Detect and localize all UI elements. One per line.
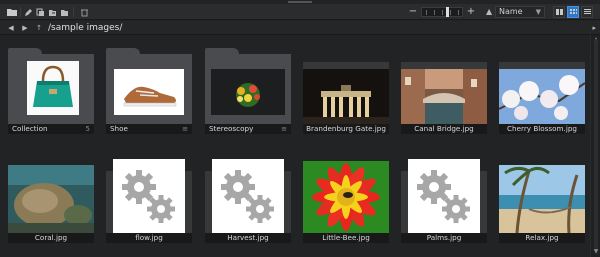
move-icon[interactable] (46, 6, 58, 18)
zoom-tick (426, 10, 427, 15)
zoom-in-button[interactable]: + (466, 6, 476, 18)
path-menu-arrow[interactable]: ▸ (592, 23, 596, 33)
edit-icon[interactable] (22, 6, 34, 18)
sort-field-value: Name (499, 7, 523, 16)
placeholder-gears-icon (113, 159, 185, 233)
zoom-tick (434, 10, 435, 15)
image-item[interactable]: Palms.jpg (401, 157, 487, 243)
image-item[interactable]: flow.jpg (106, 157, 192, 243)
new-folder-icon[interactable] (6, 6, 18, 18)
item-caption: Canal Bridge.jpg (401, 124, 487, 134)
image-item[interactable]: Little-Bee.jpg (303, 157, 389, 243)
stack-icon: ≡ (182, 125, 188, 133)
sort-field-select[interactable]: Name ▼ (495, 6, 545, 18)
little-bee-thumbnail (303, 161, 389, 233)
up-button[interactable]: ↑ (34, 23, 44, 33)
grid-small-icon (576, 9, 577, 11)
stereoscopy-thumbnail (211, 69, 285, 115)
image-item[interactable]: Coral.jpg (8, 157, 94, 243)
zoom-control: − + (408, 6, 476, 18)
coral-thumbnail (8, 165, 94, 233)
item-count-badge: 5 (85, 125, 90, 133)
list-icon (584, 9, 591, 10)
stack-icon: ≡ (281, 125, 287, 133)
image-item[interactable]: Harvest.jpg (205, 157, 291, 243)
view-list-button[interactable] (581, 6, 593, 18)
item-name: Stereoscopy (209, 124, 254, 133)
placeholder-gears-icon (212, 159, 284, 233)
grid-small-icon (573, 9, 575, 11)
zoom-slider[interactable] (421, 7, 463, 17)
view-grid-large-button[interactable] (553, 6, 565, 18)
toolbar: − + ▲ Name ▼ (0, 4, 600, 20)
list-icon (584, 13, 591, 14)
grid-small-icon (573, 12, 575, 14)
item-caption: Brandenburg Gate.jpg (303, 124, 389, 134)
item-caption: Coral.jpg (8, 233, 94, 243)
item-caption: Stereoscopy ≡ (205, 124, 291, 134)
scroll-down-icon[interactable]: ▼ (593, 249, 599, 255)
folder-item[interactable]: Shoe ≡ (106, 48, 192, 134)
sort-direction-button[interactable]: ▲ (486, 7, 492, 16)
thumbnail-grid: Collection 5 Shoe ≡ Stereoscopy ≡ Brande… (0, 35, 590, 257)
grid-large-icon (560, 9, 563, 15)
zoom-slider-thumb[interactable] (446, 7, 449, 17)
item-caption: Collection 5 (8, 124, 94, 134)
canal-bridge-thumbnail (401, 69, 487, 124)
delete-icon[interactable] (78, 6, 90, 18)
collection-icon[interactable] (58, 6, 70, 18)
grip-line (288, 1, 312, 3)
grid-small-icon (570, 12, 572, 14)
placeholder-gears-icon (408, 159, 480, 233)
item-caption: Harvest.jpg (205, 233, 291, 243)
image-item[interactable]: Cherry Blossom.jpg (499, 48, 585, 134)
item-caption: Little-Bee.jpg (303, 233, 389, 243)
grid-small-icon (576, 12, 577, 14)
copy-icon[interactable] (34, 6, 46, 18)
toolbar-separator (73, 7, 74, 17)
image-item[interactable]: Canal Bridge.jpg (401, 48, 487, 134)
list-icon (584, 11, 591, 12)
zoom-tick (458, 10, 459, 15)
image-item[interactable]: Relax.jpg (499, 157, 585, 243)
relax-thumbnail (499, 165, 585, 233)
view-grid-small-button[interactable] (567, 6, 579, 18)
zoom-tick (450, 10, 451, 15)
back-button[interactable]: ◀ (6, 23, 16, 33)
forward-button[interactable]: ▶ (20, 23, 30, 33)
folder-item[interactable]: Collection 5 (8, 48, 94, 134)
cherry-blossom-thumbnail (499, 69, 585, 124)
item-name: Collection (12, 124, 48, 133)
item-caption: Cherry Blossom.jpg (499, 124, 585, 134)
item-caption: flow.jpg (106, 233, 192, 243)
item-caption: Relax.jpg (499, 233, 585, 243)
folder-item[interactable]: Stereoscopy ≡ (205, 48, 291, 134)
scrollbar-thumb[interactable] (594, 39, 598, 249)
item-name: Shoe (110, 124, 128, 133)
brandenburg-gate-thumbnail (303, 69, 389, 124)
zoom-out-button[interactable]: − (408, 6, 418, 18)
toolbar-separator (20, 7, 21, 17)
item-caption: Palms.jpg (401, 233, 487, 243)
grid-large-icon (556, 9, 559, 15)
path-bar: ◀ ▶ ↑ /sample images/ ▸ (0, 21, 600, 35)
item-caption: Shoe ≡ (106, 124, 192, 134)
zoom-tick (442, 10, 443, 15)
collection-thumbnail (27, 61, 79, 115)
shoe-thumbnail (114, 69, 184, 115)
current-path[interactable]: /sample images/ (48, 23, 122, 33)
image-item[interactable]: Brandenburg Gate.jpg (303, 48, 389, 134)
chevron-down-icon: ▼ (535, 8, 541, 16)
grid-small-icon (570, 9, 572, 11)
vertical-scrollbar[interactable]: ▲ ▼ (590, 35, 600, 257)
